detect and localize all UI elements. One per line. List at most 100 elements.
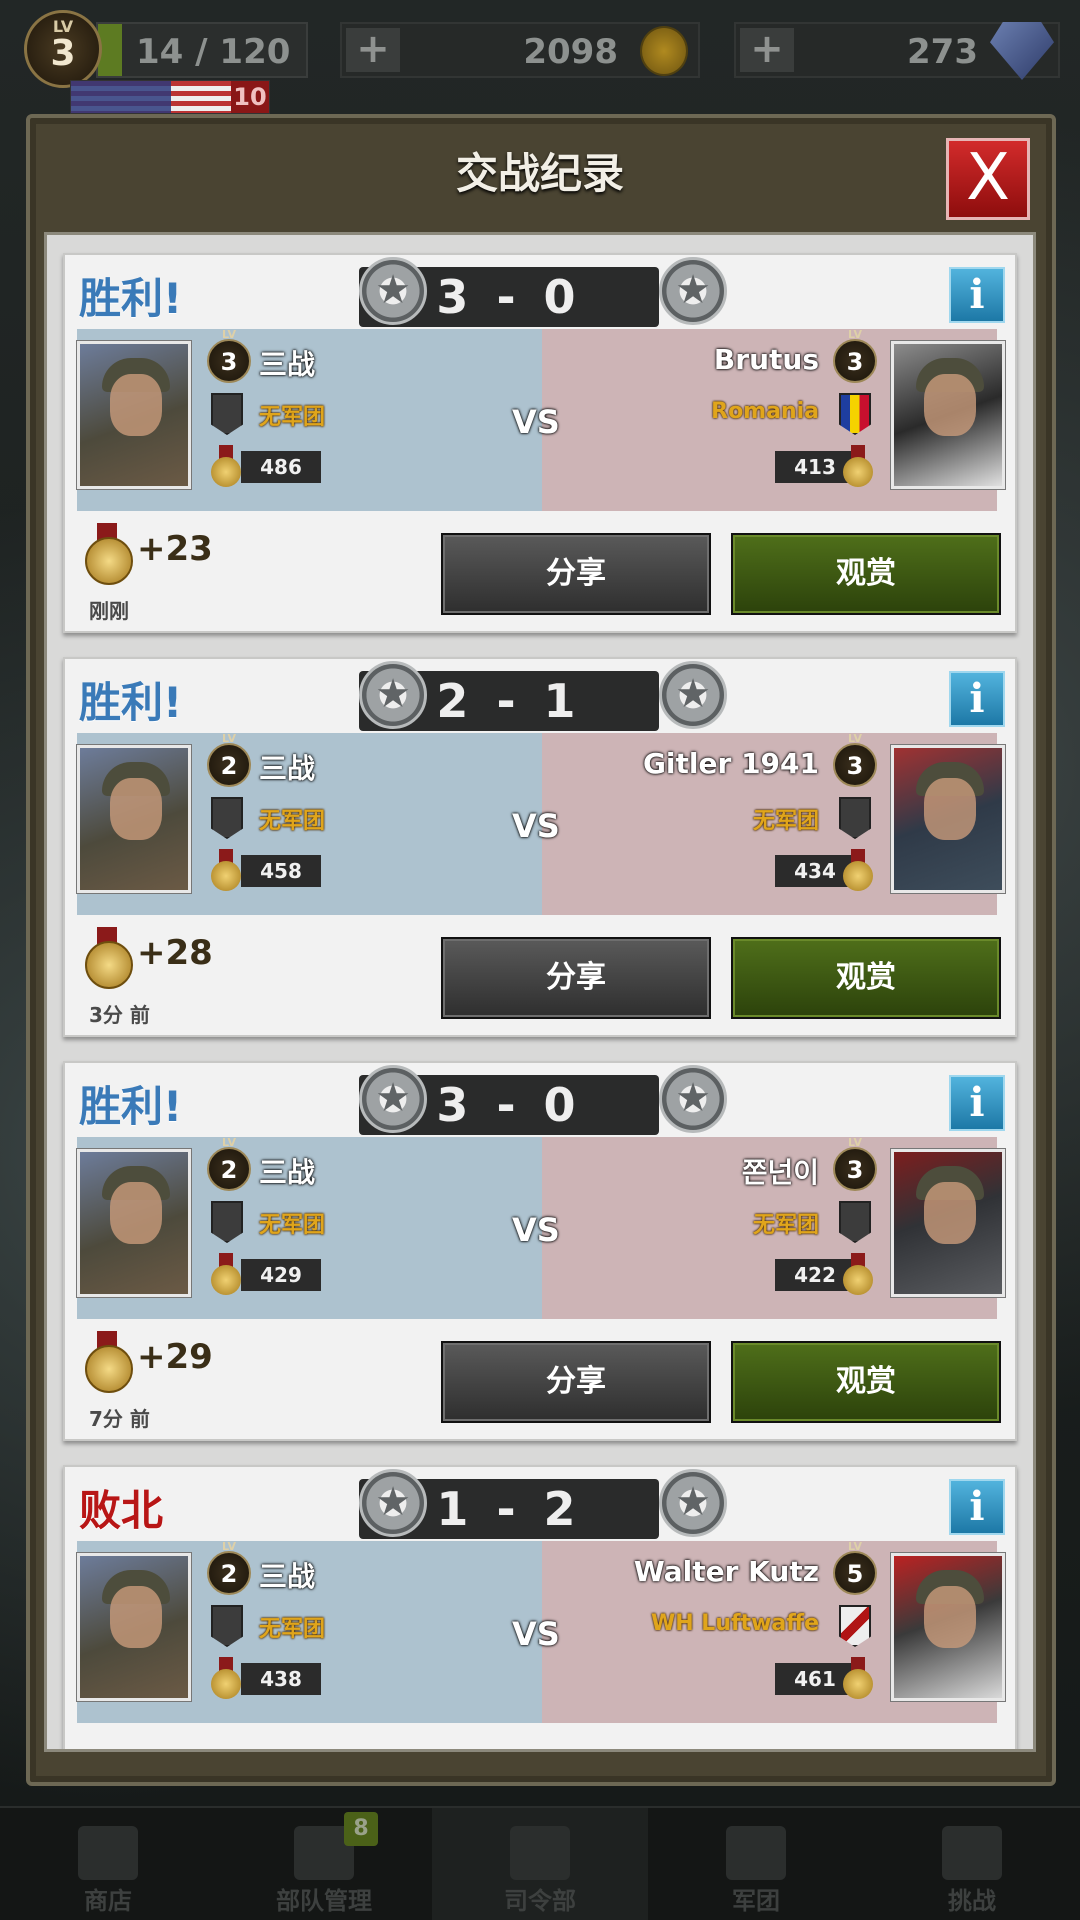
- player-level: 2: [220, 1560, 238, 1588]
- battle-time: 7分 前: [89, 1407, 150, 1431]
- player-trophies: 486: [241, 451, 321, 483]
- opponent-name: Brutus: [713, 343, 819, 376]
- player-level-badge: LV 2: [207, 1541, 251, 1595]
- face: [110, 374, 162, 436]
- battle-card: 胜利! 2 - 1 ★ ★ i LV 2 三战 无军团 458 VS LV 3 Gi…: [63, 657, 1017, 1037]
- nav-challenge-label: 挑战: [948, 1887, 996, 1915]
- player-level-badge[interactable]: LV 3: [24, 10, 102, 88]
- face: [924, 778, 976, 840]
- nav-shop-label: 商店: [84, 1887, 132, 1915]
- player-avatar[interactable]: [77, 1553, 191, 1701]
- top-bar: 14 / 120 LV 3 10 + 2098 + 273: [0, 0, 1080, 114]
- player-trophies: 438: [241, 1663, 321, 1695]
- hq-building-icon: [510, 1826, 570, 1880]
- gem-amount: 273: [907, 32, 978, 72]
- player-name: 三战: [259, 752, 316, 785]
- close-button[interactable]: X: [946, 138, 1030, 220]
- crate-icon: [78, 1826, 138, 1880]
- face: [110, 1586, 162, 1648]
- star-medal-icon: ★: [659, 1469, 727, 1537]
- share-button[interactable]: 分享: [441, 1341, 711, 1423]
- add-gems-button[interactable]: +: [740, 28, 794, 72]
- add-gold-button[interactable]: +: [346, 28, 400, 72]
- share-button[interactable]: 分享: [441, 937, 711, 1019]
- flag-count: 10: [231, 81, 269, 113]
- player-avatar[interactable]: [77, 1149, 191, 1297]
- lv-prefix: LV: [221, 1136, 236, 1149]
- watch-replay-button[interactable]: 观赏: [731, 533, 1001, 615]
- lv-prefix: LV: [221, 732, 236, 745]
- lv-prefix: LV: [221, 328, 236, 341]
- player-avatar[interactable]: [77, 745, 191, 893]
- trophy-medal-icon: [843, 445, 873, 487]
- face: [924, 1182, 976, 1244]
- gem-resource: + 273: [734, 22, 1060, 80]
- us-flag-icon[interactable]: 10: [70, 80, 270, 114]
- battle-result: 败北: [79, 1486, 164, 1535]
- nav-shop[interactable]: 商店: [0, 1808, 216, 1920]
- player-level: 2: [220, 752, 238, 780]
- lv-prefix: LV: [221, 1540, 236, 1553]
- info-button[interactable]: i: [949, 671, 1005, 727]
- group-icon: [726, 1826, 786, 1880]
- opponent-level: 3: [846, 752, 864, 780]
- face: [110, 778, 162, 840]
- opponent-avatar[interactable]: [891, 1553, 1005, 1701]
- share-button[interactable]: 分享: [441, 533, 711, 615]
- star-medal-icon: ★: [359, 257, 427, 325]
- gold-coin-icon: [640, 26, 688, 76]
- opponent-avatar[interactable]: [891, 341, 1005, 489]
- player-level: 2: [220, 1156, 238, 1184]
- player-avatar[interactable]: [77, 341, 191, 489]
- player-trophies: 458: [241, 855, 321, 887]
- opponent-name: Gitler 1941: [642, 747, 819, 780]
- trophy-medal-icon: [211, 1657, 241, 1699]
- watch-replay-button[interactable]: 观赏: [731, 1341, 1001, 1423]
- xp-text: 14 / 120: [136, 32, 291, 72]
- nav-hq[interactable]: 司令部: [432, 1808, 648, 1920]
- player-guild: 无军团: [259, 1617, 326, 1642]
- battle-card: 败北 1 - 2 ★ ★ i LV 2 三战 无军团 438 VS LV 5 Wal…: [63, 1465, 1017, 1749]
- info-button[interactable]: i: [949, 1479, 1005, 1535]
- gold-resource: + 2098: [340, 22, 700, 78]
- trophy-gain: +23: [137, 529, 213, 569]
- nav-legion[interactable]: 军团: [648, 1808, 864, 1920]
- face: [110, 1182, 162, 1244]
- battle-result: 胜利!: [79, 274, 183, 323]
- opponent-level-badge: LV 3: [833, 329, 877, 383]
- watch-replay-button[interactable]: 观赏: [731, 937, 1001, 1019]
- nav-legion-label: 军团: [732, 1887, 780, 1915]
- player-level: 3: [50, 33, 76, 74]
- opponent-guild: WH Luftwaffe: [650, 1611, 819, 1636]
- opponent-level: 3: [846, 1156, 864, 1184]
- player-name: 三战: [259, 1156, 316, 1189]
- bottom-nav: 商店 8 部队管理 司令部 军团 挑战: [0, 1806, 1080, 1920]
- player-name: 三战: [259, 1560, 316, 1593]
- star-medal-icon: ★: [659, 661, 727, 729]
- battle-list[interactable]: 胜利! 3 - 0 ★ ★ i LV 3 三战 无军团 486 VS LV 3 Br…: [44, 232, 1036, 1752]
- opponent-avatar[interactable]: [891, 1149, 1005, 1297]
- trophy-gain-medal-icon: [85, 927, 133, 989]
- battle-card: 胜利! 3 - 0 ★ ★ i LV 3 三战 无军团 486 VS LV 3 Br…: [63, 253, 1017, 633]
- info-button[interactable]: i: [949, 267, 1005, 323]
- battle-card: 胜利! 3 - 0 ★ ★ i LV 2 三战 无军团 429 VS LV 3 쫀넌…: [63, 1061, 1017, 1441]
- flag-canton: [71, 81, 171, 113]
- nav-army[interactable]: 8 部队管理: [216, 1808, 432, 1920]
- player-trophies: 429: [241, 1259, 321, 1291]
- lv-prefix: LV: [847, 1136, 862, 1149]
- player-guild: 无军团: [259, 809, 326, 834]
- star-medal-icon: ★: [659, 257, 727, 325]
- army-badge: 8: [344, 1812, 378, 1846]
- xp-bar: 14 / 120: [96, 22, 308, 78]
- vs-label: VS: [512, 1211, 560, 1249]
- lv-prefix: LV: [847, 732, 862, 745]
- opponent-level-badge: LV 3: [833, 1137, 877, 1191]
- gold-amount: 2098: [523, 32, 618, 72]
- vs-label: VS: [512, 403, 560, 441]
- star-medal-icon: ★: [659, 1065, 727, 1133]
- star-medal-icon: ★: [359, 661, 427, 729]
- nav-challenge[interactable]: 挑战: [864, 1808, 1080, 1920]
- info-button[interactable]: i: [949, 1075, 1005, 1131]
- player-name: 三战: [259, 348, 316, 381]
- opponent-avatar[interactable]: [891, 745, 1005, 893]
